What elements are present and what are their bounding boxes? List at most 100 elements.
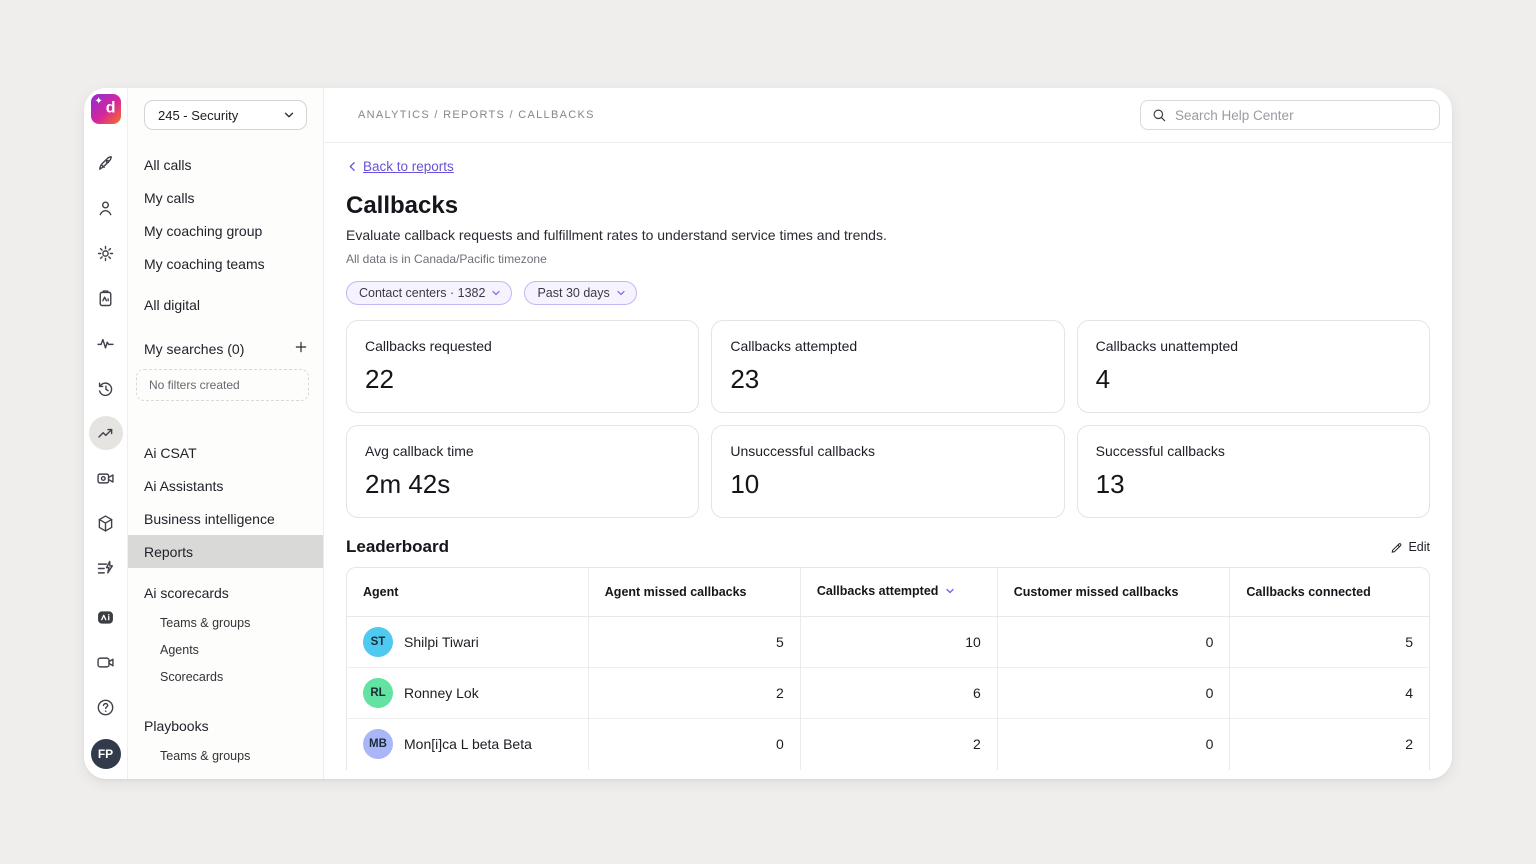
- video-camera-icon[interactable]: [89, 645, 123, 679]
- column-header-agent-missed-callbacks[interactable]: Agent missed callbacks: [587, 568, 801, 617]
- metric-cell: 0: [996, 667, 1230, 719]
- sidebar-item-business-intelligence[interactable]: Business intelligence: [128, 502, 323, 535]
- search-icon: [1153, 109, 1166, 122]
- metric-cell: 2: [799, 718, 998, 770]
- ai-app-icon[interactable]: [89, 600, 123, 634]
- sidebar-item-ai-csat[interactable]: Ai CSAT: [128, 436, 323, 469]
- edit-button[interactable]: Edit: [1390, 540, 1430, 554]
- history-icon[interactable]: [89, 371, 123, 405]
- sidebar-item-agents[interactable]: Agents: [128, 636, 323, 663]
- back-link-label: Back to reports: [363, 159, 454, 174]
- stat-card-avg-callback-time: Avg callback time 2m 42s: [346, 425, 700, 518]
- gear-icon[interactable]: [89, 236, 123, 270]
- main-area: ANALYTICS / REPORTS / CALLBACKS Back to …: [324, 88, 1452, 779]
- back-to-reports-link[interactable]: Back to reports: [346, 159, 454, 174]
- list-lightning-icon[interactable]: [89, 551, 123, 585]
- agent-name: Shilpi Tiwari: [404, 634, 479, 650]
- rocket-icon[interactable]: [89, 146, 123, 180]
- add-search-button[interactable]: [293, 339, 309, 358]
- table-row[interactable]: RL Ronney Lok 2 6 0 4: [347, 667, 1429, 719]
- column-header-label: Agent: [363, 585, 399, 599]
- sidebar-item-all-digital[interactable]: All digital: [128, 288, 323, 321]
- rail-bottom-icons: FP: [89, 600, 123, 769]
- sidebar-item-teams-groups[interactable]: Teams & groups: [128, 742, 323, 769]
- sidebar-item-label: My coaching group: [144, 222, 263, 239]
- stat-value: 4: [1095, 364, 1111, 394]
- sidebar-item-label: My coaching teams: [144, 255, 265, 272]
- sidebar-item-all-calls[interactable]: All calls: [128, 148, 323, 181]
- sidebar-item-label: Playbooks: [144, 717, 209, 734]
- workspace-selector-label: 245 - Security: [158, 107, 239, 123]
- sidebar-item-reports[interactable]: Reports: [128, 535, 323, 568]
- help-search[interactable]: [1140, 100, 1440, 130]
- stat-value: 22: [365, 364, 394, 394]
- agent-name: Mon[i]ca L beta Beta: [404, 736, 532, 753]
- clipboard-ai-icon[interactable]: [89, 281, 123, 315]
- column-header-callbacks-connected[interactable]: Callbacks connected: [1229, 568, 1429, 617]
- sidebar-item-ai-assistants[interactable]: Ai Assistants: [128, 469, 323, 502]
- metric-cell: 0: [587, 718, 801, 770]
- sidebar-item-ai-scorecards[interactable]: Ai scorecards: [128, 576, 323, 609]
- sidebar-item-label: Scorecards: [160, 669, 224, 684]
- sidebar-item-label: My calls: [144, 189, 195, 206]
- person-icon[interactable]: [89, 191, 123, 225]
- sidebar-item-teams-groups[interactable]: Teams & groups: [128, 609, 323, 636]
- chevron-down-icon: [617, 290, 625, 296]
- stat-label: Callbacks attempted: [730, 338, 858, 354]
- sidebar-item-label: Ai CSAT: [144, 444, 197, 461]
- sidebar-item-my-coaching-group[interactable]: My coaching group: [128, 214, 323, 247]
- stat-card-unsuccessful-callbacks: Unsuccessful callbacks 10: [711, 425, 1065, 518]
- metric-cell: 4: [1229, 667, 1429, 719]
- sidebar-item-label: Business intelligence: [144, 510, 275, 527]
- avatar: ST: [363, 627, 393, 657]
- column-header-agent[interactable]: Agent: [347, 568, 589, 617]
- column-header-callbacks-attempted[interactable]: Callbacks attempted: [799, 568, 998, 617]
- filter-pill-label: Past 30 days: [537, 286, 610, 300]
- leaderboard-table: Agent Agent missed callbacks Callbacks att…: [346, 567, 1430, 770]
- chevron-down-icon: [284, 112, 294, 118]
- stat-label: Unsuccessful callbacks: [730, 443, 876, 459]
- sidebar-item-label: All digital: [144, 296, 201, 313]
- table-row[interactable]: MB Mon[i]ca L beta Beta 0 2 0 2: [347, 718, 1429, 770]
- column-header-customer-missed-callbacks[interactable]: Customer missed callbacks: [996, 568, 1230, 617]
- stat-card-callbacks-unattempted: Callbacks unattempted 4: [1076, 320, 1430, 413]
- stat-cards: Callbacks requested 22 Callbacks attempte…: [346, 320, 1430, 518]
- camera-gear-icon[interactable]: [89, 461, 123, 495]
- filter-pill-past-30-days[interactable]: Past 30 days: [524, 281, 637, 305]
- page-title: Callbacks: [346, 192, 459, 219]
- stat-value: 13: [1095, 469, 1125, 499]
- app-logo[interactable]: ✦ d: [90, 94, 121, 124]
- sparkle-icon: ✦: [94, 96, 103, 107]
- user-avatar[interactable]: FP: [90, 739, 121, 769]
- sidebar-item-my-calls[interactable]: My calls: [128, 181, 323, 214]
- metric-cell: 2: [1229, 718, 1429, 770]
- sidebar: 245 - Security All calls My calls My coach…: [128, 88, 324, 779]
- trending-up-icon[interactable]: [88, 416, 123, 450]
- column-header-label: Callbacks connected: [1246, 585, 1371, 599]
- pulse-icon[interactable]: [89, 326, 123, 360]
- agent-name: Ronney Lok: [404, 685, 479, 701]
- stat-value: 10: [730, 469, 760, 499]
- sidebar-item-label: All calls: [144, 156, 192, 173]
- workspace-selector[interactable]: 245 - Security: [144, 100, 307, 130]
- stat-label: Callbacks requested: [365, 338, 492, 354]
- sidebar-item-my-searches-0[interactable]: My searches (0): [128, 332, 323, 365]
- stat-label: Avg callback time: [365, 443, 474, 459]
- sidebar-item-playbooks[interactable]: Playbooks: [128, 709, 323, 742]
- sidebar-item-scorecards[interactable]: Scorecards: [128, 663, 323, 690]
- sidebar-item-my-coaching-teams[interactable]: My coaching teams: [128, 247, 323, 280]
- metric-cell: 5: [1229, 616, 1429, 668]
- table-row[interactable]: ST Shilpi Tiwari 5 10 0 5: [347, 616, 1429, 668]
- metric-cell: 10: [799, 616, 998, 668]
- metric-cell: 2: [587, 667, 801, 719]
- cube-icon[interactable]: [89, 506, 123, 540]
- avatar: RL: [363, 678, 393, 708]
- filter-pills: Contact centers · 1382 Past 30 days: [346, 281, 1430, 305]
- sidebar-nav: All calls My calls My coaching group My coa…: [128, 130, 323, 769]
- search-input[interactable]: [1175, 107, 1429, 123]
- stat-card-callbacks-requested: Callbacks requested 22: [346, 320, 700, 413]
- edit-button-label: Edit: [1408, 540, 1430, 554]
- filter-pill-contact-centers-1382[interactable]: Contact centers · 1382: [346, 281, 513, 305]
- leaderboard-header: Leaderboard Edit: [346, 537, 1430, 557]
- help-icon[interactable]: [89, 690, 123, 724]
